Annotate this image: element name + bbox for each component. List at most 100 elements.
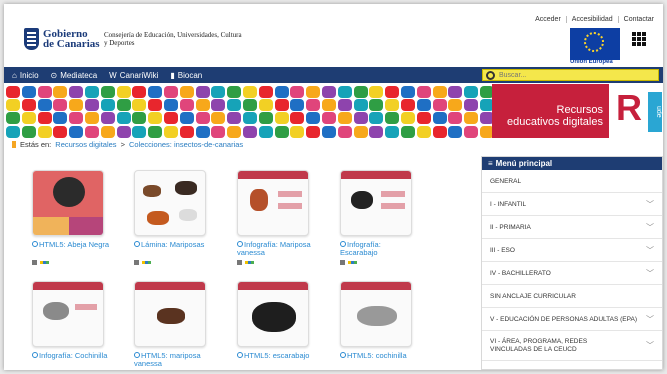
acceder-link[interactable]: Acceder [530, 16, 566, 23]
mosaic-tile [306, 86, 321, 98]
breadcrumb-link-recursos[interactable]: Recursos digitales [55, 140, 116, 149]
mosaic-tile [369, 86, 384, 98]
accesibilidad-link[interactable]: Accesibilidad [565, 16, 618, 23]
mosaic-tile [227, 99, 242, 112]
resource-type: Infografía: [39, 351, 73, 360]
coat-of-arms-icon [24, 28, 39, 50]
mosaic-tile [37, 99, 52, 112]
resource-name: cochinilla [375, 351, 407, 360]
resource-title[interactable]: Infografía: Mariposa vanessa [237, 241, 317, 257]
main-menu: ≡ Menú principal GENERAL I - INFANTIL ﹀ I… [481, 156, 663, 370]
mosaic-tile [6, 99, 20, 112]
resource-name: Cochinilla [74, 351, 108, 360]
mosaic-tile [369, 112, 384, 125]
apps-grid-icon[interactable] [632, 32, 646, 46]
resource-thumbnail[interactable] [32, 281, 104, 347]
menu-item-eso[interactable]: III - ESO ﹀ [482, 239, 662, 262]
resource-thumbnail[interactable] [134, 281, 206, 347]
mosaic-tile [432, 99, 447, 112]
gobierno-logo[interactable]: Gobierno de Canarias [24, 28, 100, 50]
mosaic-tile [116, 99, 131, 112]
mosaic-tile [179, 99, 194, 112]
resource-type: Lámina: [141, 240, 168, 249]
mosaic-tile [21, 112, 36, 125]
nav-item-inicio[interactable]: ⌂ Inicio [12, 71, 39, 80]
menu-item-primaria[interactable]: II - PRIMARIA ﹀ [482, 216, 662, 239]
mosaic-tile [432, 112, 447, 125]
menu-item-bachillerato[interactable]: IV - BACHILLERATO ﹀ [482, 262, 662, 285]
link-icon [32, 352, 38, 358]
mosaic-tile [164, 112, 178, 125]
resource-thumbnail[interactable] [340, 281, 412, 347]
menu-item-epa[interactable]: V - EDUCACIÓN DE PERSONAS ADULTAS (EPA) ﹀ [482, 308, 662, 331]
mosaic-tile [227, 125, 242, 138]
menu-item-label: GENERAL [490, 177, 522, 185]
eu-label: Unión Europea [570, 59, 613, 65]
breadcrumb-current[interactable]: Colecciones: insectos-de-canarias [129, 140, 243, 149]
mosaic-tile [448, 86, 463, 98]
mosaic-tile [85, 99, 99, 112]
color-tag-icon [245, 261, 254, 264]
contactar-link[interactable]: Contactar [617, 16, 659, 23]
wiki-w-icon: W [109, 70, 117, 80]
menu-item-infantil[interactable]: I - INFANTIL ﹀ [482, 193, 662, 216]
resource-thumbnail[interactable] [32, 170, 104, 236]
resource-thumbnail[interactable] [134, 170, 206, 236]
resource-name: escarabajo [272, 351, 310, 360]
mosaic-tile [448, 125, 463, 138]
link-icon [134, 352, 140, 358]
mosaic-tile [401, 99, 415, 112]
mosaic-tile [85, 86, 99, 98]
nav-label: Mediateca [60, 70, 98, 80]
resource-name: Escarabajo [340, 248, 378, 257]
mosaic-tile [306, 112, 321, 125]
resource-title[interactable]: HTML5: cochinilla [340, 352, 420, 360]
nav-item-canariwiki[interactable]: W CanariWiki [109, 71, 158, 80]
resource-title[interactable]: HTML5: escarabajo [237, 352, 317, 360]
mosaic-tile [322, 125, 336, 138]
mosaic-tile [227, 112, 242, 125]
resource-thumbnail[interactable] [237, 170, 309, 236]
mosaic-tile [116, 86, 131, 98]
play-circle-icon: ⊙ [50, 70, 58, 80]
menu-item-sin-anclaje[interactable]: SIN ANCLAJE CURRICULAR [482, 285, 662, 308]
resource-title[interactable]: Lámina: Mariposas [134, 241, 214, 249]
menu-item-general[interactable]: GENERAL [482, 170, 662, 193]
mosaic-tile [132, 99, 147, 112]
mosaic-tile [85, 112, 99, 125]
menu-item-label: II - PRIMARIA [490, 223, 531, 231]
search-box[interactable] [482, 69, 659, 81]
bottle-icon: ▮ [170, 70, 175, 80]
mosaic-tile [385, 125, 400, 138]
resource-type: HTML5: [347, 351, 374, 360]
mosaic-tile [69, 125, 84, 138]
menu-header[interactable]: ≡ Menú principal [482, 157, 662, 170]
resource-title[interactable]: HTML5: mariposa vanessa [134, 352, 214, 368]
mosaic-tile [132, 125, 147, 138]
logo-line-2: de Canarias [43, 38, 100, 50]
menu-item-area-programa[interactable]: VI - ÁREA, PROGRAMA, REDES VINCULADAS DE… [482, 331, 662, 361]
mosaic-tile [85, 125, 99, 138]
chevron-down-icon: ﹀ [646, 341, 654, 350]
document-icon [340, 260, 345, 265]
mosaic-tile [290, 86, 305, 98]
nav-item-biocan[interactable]: ▮ Biocan [170, 71, 202, 80]
search-input[interactable] [499, 71, 649, 79]
resource-title[interactable]: Infografía: Cochinilla [32, 352, 112, 360]
breadcrumb-prefix: Estás en: [20, 140, 52, 149]
nav-item-mediateca[interactable]: ⊙ Mediateca [51, 71, 98, 80]
mosaic-tile [322, 99, 336, 112]
mosaic-tile [179, 86, 194, 98]
mosaic-tile [6, 112, 20, 125]
resource-type: HTML5: [244, 351, 271, 360]
eu-stars-icon [584, 32, 604, 52]
logo-vertical-text: ude [648, 92, 662, 132]
mosaic-tile [464, 99, 479, 112]
resource-meta [237, 260, 254, 265]
resource-thumbnail[interactable] [237, 281, 309, 347]
resource-title[interactable]: Infografía: Escarabajo [340, 241, 420, 257]
mosaic-tile [6, 86, 20, 98]
resource-title[interactable]: HTML5: Abeja Negra [32, 241, 112, 249]
resource-thumbnail[interactable] [340, 170, 412, 236]
breadcrumb-separator: > [120, 140, 125, 149]
